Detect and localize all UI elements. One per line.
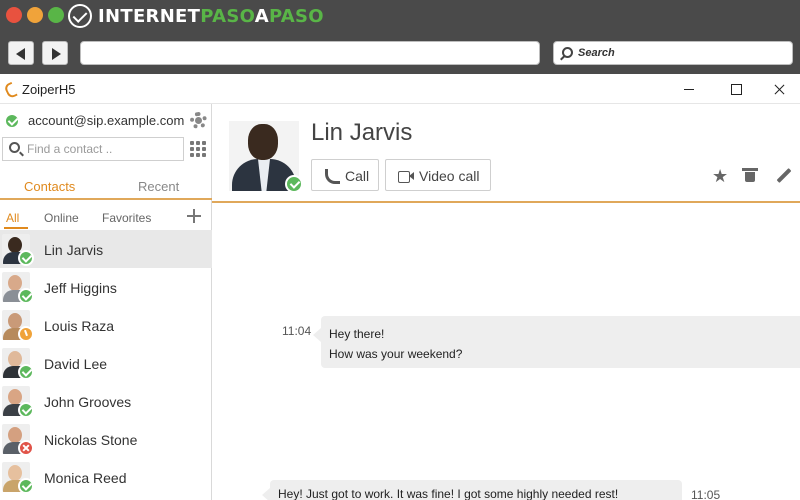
busy-status-icon xyxy=(18,440,34,456)
contact-row-louis-raza[interactable]: Louis Raza xyxy=(0,306,212,344)
call-button-label: Call xyxy=(345,168,370,184)
contact-name: Jeff Higgins xyxy=(44,280,117,296)
dialpad-icon[interactable] xyxy=(190,141,206,157)
back-button[interactable] xyxy=(8,41,34,65)
address-bar[interactable] xyxy=(80,41,540,65)
app-title: ZoiperH5 xyxy=(22,82,76,97)
zoiper-app-icon xyxy=(4,82,18,96)
contact-name: Louis Raza xyxy=(44,318,115,334)
tab-recent[interactable]: Recent xyxy=(138,179,179,194)
app-title-bar: ZoiperH5 xyxy=(0,74,800,104)
contact-name: Lin Jarvis xyxy=(44,242,104,258)
away-status-icon xyxy=(18,326,34,342)
minimize-window-dot[interactable] xyxy=(27,7,43,23)
contact-header: Lin Jarvis Call Video call ★ xyxy=(212,104,800,203)
message-timestamp: 11:05 xyxy=(691,488,721,500)
pencil-icon[interactable] xyxy=(776,167,792,183)
trash-icon[interactable] xyxy=(742,168,758,182)
contact-row-lin-jarvis[interactable]: Lin Jarvis xyxy=(0,230,212,268)
message-line: How was your weekend? xyxy=(329,347,463,361)
message-bubble: Hey! Just got to work. It was fine! I go… xyxy=(262,480,682,500)
search-label: Search xyxy=(578,47,615,59)
filter-all[interactable]: All xyxy=(6,211,19,225)
online-status-icon xyxy=(18,364,34,380)
contacts-sidebar: account@sip.example.com Contacts Recent … xyxy=(0,104,212,500)
contact-name: Monica Reed xyxy=(44,470,127,486)
browser-search-box[interactable]: Search xyxy=(553,41,793,65)
back-arrow-icon xyxy=(16,48,25,60)
contact-name: David Lee xyxy=(44,356,108,372)
online-status-icon xyxy=(18,402,34,418)
brand-name-part3: A xyxy=(254,6,269,27)
find-contact-box xyxy=(2,137,184,161)
add-contact-icon[interactable] xyxy=(187,209,201,223)
video-call-button-label: Video call xyxy=(419,168,480,184)
contact-row-john-grooves[interactable]: John Grooves xyxy=(0,382,212,420)
search-icon xyxy=(562,47,573,58)
contact-name: John Grooves xyxy=(44,394,132,410)
message-line: Hey! Just got to work. It was fine! I go… xyxy=(278,487,619,500)
close-button[interactable] xyxy=(756,74,800,104)
close-window-dot[interactable] xyxy=(6,7,22,23)
forward-button[interactable] xyxy=(42,41,68,65)
video-call-button[interactable]: Video call xyxy=(385,159,491,191)
find-contact-input[interactable] xyxy=(27,140,177,158)
sidebar-tabs: Contacts Recent xyxy=(0,174,212,200)
online-status-icon xyxy=(18,478,34,494)
forward-arrow-icon xyxy=(52,48,61,60)
maximize-window-dot[interactable] xyxy=(48,7,64,23)
phone-icon xyxy=(324,169,338,183)
minimize-button[interactable] xyxy=(666,74,712,104)
call-button[interactable]: Call xyxy=(311,159,379,191)
contact-filters: All Online Favorites xyxy=(0,204,212,229)
contact-row-jeff-higgins[interactable]: Jeff Higgins xyxy=(0,268,212,306)
message-line: Hey there! xyxy=(329,327,385,341)
browser-title-bar: INTERNETPASOAPASO xyxy=(0,0,800,34)
online-status-icon xyxy=(18,250,34,266)
online-status-icon xyxy=(285,175,303,193)
brand-name-part2: PASO xyxy=(200,6,255,27)
account-status-icon xyxy=(4,113,20,129)
online-status-icon xyxy=(18,288,34,304)
maximize-button[interactable] xyxy=(712,74,758,104)
browser-nav-bar: Search xyxy=(0,34,800,74)
contact-row-david-lee[interactable]: David Lee xyxy=(0,344,212,382)
message-timestamp: 11:04 xyxy=(282,324,312,338)
contact-row-monica-reed[interactable]: Monica Reed xyxy=(0,458,212,496)
contact-row-nickolas-stone[interactable]: Nickolas Stone xyxy=(0,420,212,458)
contact-name: Nickolas Stone xyxy=(44,432,138,448)
brand-name-part4: PASO xyxy=(268,6,324,27)
star-icon[interactable]: ★ xyxy=(712,166,728,187)
filter-online[interactable]: Online xyxy=(44,211,79,225)
brand-name: INTERNETPASOAPASO xyxy=(98,6,324,27)
brand-logo-icon xyxy=(68,4,92,28)
video-camera-icon xyxy=(398,171,414,183)
gear-icon[interactable] xyxy=(190,112,207,129)
brand-name-part1: INTERNET xyxy=(98,6,201,27)
conversation-panel: Lin Jarvis Call Video call ★ 11:04 Hey t… xyxy=(212,104,800,500)
message-bubble: Hey there! How was your weekend? xyxy=(313,316,800,368)
tab-contacts[interactable]: Contacts xyxy=(24,179,75,194)
contact-title: Lin Jarvis xyxy=(311,119,413,146)
account-address: account@sip.example.com xyxy=(28,113,185,128)
active-filter-underline xyxy=(4,227,28,229)
filter-favorites[interactable]: Favorites xyxy=(102,211,151,225)
search-icon xyxy=(9,142,20,153)
